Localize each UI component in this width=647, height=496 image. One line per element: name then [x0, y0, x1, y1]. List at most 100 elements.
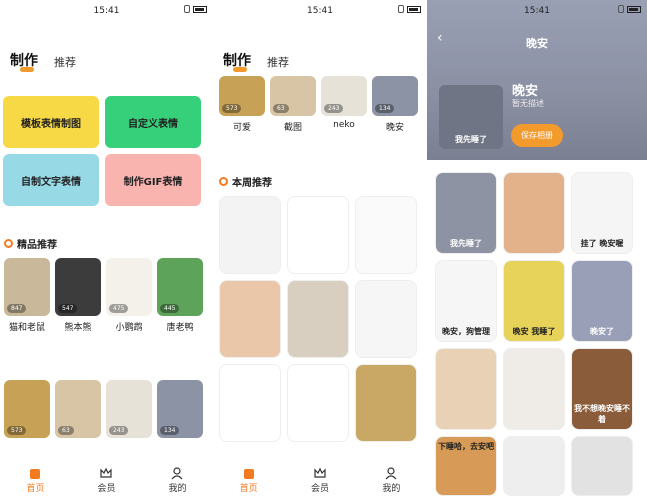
home-panel-make: 15:41 制作 推荐 模板表情制图 自定义表情 自制文字表情 制作GIF表情 … — [0, 0, 213, 496]
album-thumb[interactable]: 63 — [55, 380, 101, 438]
tab-recommend[interactable]: 推荐 — [267, 54, 289, 70]
status-bar: 15:41 — [427, 0, 647, 22]
album-thumb: 547 — [55, 258, 101, 316]
status-bar: 15:41 — [0, 0, 213, 22]
count-badge: 243 — [109, 426, 129, 435]
album-row: 573 可爱 63 截图 243 neko 134 晚安 — [219, 76, 418, 133]
nav-label: 首页 — [26, 484, 45, 494]
sticker-cell[interactable] — [355, 364, 417, 442]
custom-emoji-card[interactable]: 自定义表情 — [105, 96, 201, 148]
nav-vip[interactable]: 会员 — [311, 466, 329, 494]
count-badge: 445 — [160, 304, 180, 313]
sticker-cell[interactable] — [503, 172, 565, 254]
album-thumb: 573 — [219, 76, 265, 116]
album-sticker-grid: 我先睡了 挂了 晚安喔 晚安，狗管理 晚安 我睡了 晚安了 我不想晚安睡不着 下… — [435, 172, 633, 496]
home-icon — [30, 469, 41, 479]
list-item[interactable]: 63 截图 — [270, 76, 316, 133]
count-badge: 134 — [375, 104, 395, 113]
text-emoji-card[interactable]: 自制文字表情 — [3, 154, 99, 206]
status-time: 15:41 — [524, 6, 550, 16]
album-cover: 我先睡了 — [439, 85, 503, 149]
sticker-cell[interactable] — [287, 280, 349, 358]
card-label: 自定义表情 — [128, 118, 178, 130]
sticker-cell[interactable]: 下睡哈，去安吧 — [435, 436, 497, 496]
list-item[interactable]: 847 猫和老鼠 — [4, 258, 50, 333]
album-name: 猫和老鼠 — [8, 323, 45, 333]
nav-label: 会员 — [97, 484, 116, 494]
album-thumb[interactable]: 243 — [106, 380, 152, 438]
count-badge: 573 — [222, 104, 242, 113]
sticker-cell[interactable]: 我先睡了 — [435, 172, 497, 254]
album-thumb: 445 — [157, 258, 203, 316]
list-item[interactable]: 134 晚安 — [372, 76, 418, 133]
top-tabs: 制作 推荐 — [223, 50, 289, 72]
sticker-cell[interactable] — [287, 196, 349, 274]
alarm-icon — [184, 5, 190, 13]
section-weekly-title: 本周推荐 — [219, 174, 272, 189]
card-label: 自制文字表情 — [21, 176, 81, 188]
album-name: 可爱 — [232, 123, 251, 133]
nav-home[interactable]: 首页 — [240, 466, 258, 494]
tab-recommend[interactable]: 推荐 — [54, 54, 76, 70]
page-title: 晚安 — [526, 37, 548, 50]
section-label: 精品推荐 — [17, 240, 57, 251]
album-thumb: 475 — [106, 258, 152, 316]
sticker-cell[interactable]: 挂了 晚安喔 — [571, 172, 633, 254]
save-album-button[interactable]: 保存相册 — [511, 124, 563, 147]
sticker-cell[interactable] — [435, 348, 497, 430]
count-badge: 475 — [109, 304, 129, 313]
section-featured-title: 精品推荐 — [4, 236, 57, 251]
sticker-cell[interactable]: 晚安，狗管理 — [435, 260, 497, 342]
album-name: neko — [333, 120, 355, 130]
album-thumb[interactable]: 134 — [157, 380, 203, 438]
count-badge: 63 — [58, 426, 74, 435]
user-icon — [385, 467, 397, 480]
list-item[interactable]: 547 熊本熊 — [55, 258, 101, 333]
album-thumb: 243 — [321, 76, 367, 116]
bottom-nav: 首页 会员 我的 — [213, 462, 427, 496]
sticker-cell[interactable] — [355, 196, 417, 274]
nav-home[interactable]: 首页 — [26, 466, 45, 494]
nav-mine[interactable]: 我的 — [382, 466, 400, 494]
album-detail-panel: 15:41 ‹ 晚安 我先睡了 晚安 暂无描述 保存相册 我先睡了 挂了 晚安喔… — [427, 0, 647, 496]
album-name: 晚安 — [512, 84, 539, 99]
album-thumb: 134 — [372, 76, 418, 116]
sticker-cell[interactable] — [219, 364, 281, 442]
sticker-cell[interactable] — [503, 348, 565, 430]
list-item[interactable]: 573 可爱 — [219, 76, 265, 133]
sticker-cell[interactable]: 晚安了 — [571, 260, 633, 342]
list-item[interactable]: 243 neko — [321, 76, 367, 133]
bottom-nav: 首页 会员 我的 — [0, 462, 213, 496]
tab-make[interactable]: 制作 — [223, 50, 251, 72]
card-label: 制作GIF表情 — [123, 176, 183, 188]
sticker-cell[interactable]: 晚安 我睡了 — [503, 260, 565, 342]
card-label: 模板表情制图 — [21, 118, 81, 130]
alarm-icon — [398, 5, 404, 13]
sticker-cell[interactable]: 我不想晚安睡不着 — [571, 348, 633, 430]
sticker-cell[interactable] — [355, 280, 417, 358]
section-dot-icon — [4, 239, 13, 248]
sticker-cell[interactable] — [219, 280, 281, 358]
nav-label: 我的 — [382, 484, 401, 494]
sticker-cell[interactable] — [287, 364, 349, 442]
featured-row-2: 573 63 243 134 — [4, 380, 203, 438]
gif-maker-card[interactable]: 制作GIF表情 — [105, 154, 201, 206]
list-item[interactable]: 475 小鹦鹉 — [106, 258, 152, 333]
sticker-cell[interactable] — [503, 436, 565, 496]
section-label: 本周推荐 — [232, 178, 272, 189]
count-badge: 243 — [324, 104, 344, 113]
sticker-cell[interactable] — [219, 196, 281, 274]
cover-caption: 我先睡了 — [455, 135, 487, 144]
sticker-caption: 我先睡了 — [450, 239, 482, 248]
alarm-icon — [618, 5, 624, 13]
album-thumb[interactable]: 573 — [4, 380, 50, 438]
nav-label: 我的 — [168, 484, 187, 494]
list-item[interactable]: 445 唐老鸭 — [157, 258, 203, 333]
nav-mine[interactable]: 我的 — [168, 466, 187, 494]
section-dot-icon — [219, 177, 228, 186]
sticker-cell[interactable] — [571, 436, 633, 496]
tab-make[interactable]: 制作 — [10, 50, 38, 72]
battery-icon — [193, 5, 207, 13]
template-maker-card[interactable]: 模板表情制图 — [3, 96, 99, 148]
nav-vip[interactable]: 会员 — [97, 466, 116, 494]
